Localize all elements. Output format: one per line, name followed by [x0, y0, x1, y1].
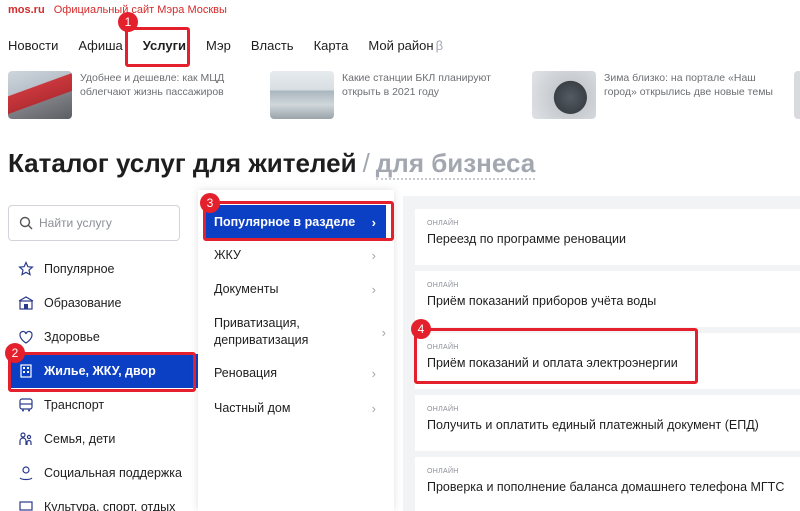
family-icon: [16, 429, 36, 449]
annotation-badge-2: 2: [5, 343, 25, 363]
annotation-badge-1: 1: [118, 12, 138, 32]
chevron-right-icon: ›: [371, 247, 376, 263]
category-label: Семья, дети: [44, 432, 116, 446]
news-text: Зима близко: на портале «Наш город» откр…: [604, 72, 773, 98]
news-text: Какие станции БКЛ планируют открыть в 20…: [342, 72, 491, 98]
nav-item-my-district[interactable]: Мой район β: [358, 38, 453, 53]
subcategory-item-documents[interactable]: Документы ›: [206, 279, 386, 299]
beta-badge: β: [435, 38, 444, 53]
annotation-box-2: [8, 352, 196, 392]
subcategory-label: Документы: [214, 282, 279, 296]
business-tab-link[interactable]: для бизнеса: [375, 148, 536, 180]
news-thumbnail-train: [8, 71, 72, 119]
chevron-right-icon: ›: [371, 400, 376, 416]
online-tag: ОНЛАЙН: [427, 406, 459, 413]
category-label: Транспорт: [44, 398, 105, 412]
chevron-right-icon: ›: [371, 281, 376, 297]
nav-item-map[interactable]: Карта: [304, 38, 359, 53]
education-icon: [16, 293, 36, 313]
bus-icon: [16, 395, 36, 415]
category-item-family[interactable]: Семья, дети: [8, 422, 198, 456]
news-card[interactable]: Удобнее и дешевле: как МЦД облегчают жиз…: [8, 71, 270, 119]
service-search-input[interactable]: Найти услугу: [8, 205, 180, 241]
service-name: Приём показаний приборов учёта воды: [427, 294, 657, 308]
chevron-right-icon: ›: [381, 324, 386, 340]
category-label: Здоровье: [44, 330, 100, 344]
news-text: Удобнее и дешевле: как МЦД облегчают жиз…: [80, 72, 225, 98]
subcategory-label: Частный дом: [214, 401, 291, 415]
subcategory-label: Приватизация, деприватизация: [214, 316, 309, 347]
news-strip: Удобнее и дешевле: как МЦД облегчают жиз…: [8, 71, 800, 119]
nav-item-events[interactable]: Афиша: [68, 38, 132, 53]
category-item-culture[interactable]: Культура, спорт, отдых: [8, 490, 198, 511]
annotation-badge-4: 4: [411, 319, 431, 339]
top-bar: mos.ru Официальный сайт Мэра Москвы: [8, 4, 227, 16]
news-thumbnail-partial: [794, 71, 800, 119]
annotation-badge-3: 3: [200, 193, 220, 213]
subcategory-label: ЖКУ: [214, 248, 241, 262]
news-card[interactable]: Зима близко: на портале «Наш город» откр…: [532, 71, 794, 119]
nav-item-mayor[interactable]: Мэр: [196, 38, 241, 53]
category-item-popular[interactable]: Популярное: [8, 252, 198, 286]
subcategory-item-private-house[interactable]: Частный дом ›: [206, 398, 386, 418]
nav-item-my-district-label: Мой район: [368, 38, 434, 53]
category-item-education[interactable]: Образование: [8, 286, 198, 320]
subcategory-label: Реновация: [214, 366, 277, 380]
category-item-health[interactable]: Здоровье: [8, 320, 198, 354]
nav-item-government[interactable]: Власть: [241, 38, 304, 53]
main-nav: Новости Афиша Услуги Мэр Власть Карта Мо…: [8, 38, 453, 53]
news-card[interactable]: Какие станции БКЛ планируют открыть в 20…: [270, 71, 532, 119]
service-name: Переезд по программе реновации: [427, 232, 627, 246]
subcategory-item-renovation[interactable]: Реновация ›: [206, 363, 386, 383]
category-item-social-support[interactable]: Социальная поддержка: [8, 456, 198, 490]
star-icon: [16, 259, 36, 279]
online-tag: ОНЛАЙН: [427, 468, 459, 475]
culture-icon: [16, 497, 36, 511]
category-label: Социальная поддержка: [44, 466, 182, 480]
news-thumbnail-station: [270, 71, 334, 119]
service-card[interactable]: ОНЛАЙН Переезд по программе реновации: [415, 209, 800, 265]
service-name: Получить и оплатить единый платежный док…: [427, 418, 759, 432]
annotation-box-3: [203, 201, 394, 241]
service-card[interactable]: ОНЛАЙН Получить и оплатить единый платеж…: [415, 395, 800, 451]
service-name: Проверка и пополнение баланса домашнего …: [427, 480, 785, 494]
service-card[interactable]: ОНЛАЙН Приём показаний приборов учёта во…: [415, 271, 800, 327]
catalog-title: Каталог услуг для жителей / для бизнеса: [8, 148, 536, 180]
news-thumbnail-laptop: [532, 71, 596, 119]
online-tag: ОНЛАЙН: [427, 282, 459, 289]
official-site-label[interactable]: Официальный сайт Мэра Москвы: [54, 4, 227, 16]
title-residents: Каталог услуг для жителей: [8, 148, 357, 178]
search-placeholder: Найти услугу: [39, 216, 112, 230]
support-icon: [16, 463, 36, 483]
category-label: Популярное: [44, 262, 115, 276]
chevron-right-icon: ›: [371, 365, 376, 381]
annotation-box-4: [414, 328, 698, 384]
site-logo[interactable]: mos.ru: [8, 4, 45, 16]
category-label: Образование: [44, 296, 122, 310]
category-label: Культура, спорт, отдых: [44, 500, 176, 511]
subcategory-item-zhku[interactable]: ЖКУ ›: [206, 245, 386, 265]
title-separator: /: [362, 148, 370, 178]
annotation-box-1: [125, 27, 190, 67]
online-tag: ОНЛАЙН: [427, 220, 459, 227]
search-icon: [19, 216, 33, 230]
page: mos.ru Официальный сайт Мэра Москвы Ново…: [0, 0, 800, 511]
subcategory-item-privatization[interactable]: Приватизация, деприватизация ›: [206, 315, 386, 349]
category-item-transport[interactable]: Транспорт: [8, 388, 198, 422]
service-card[interactable]: ОНЛАЙН Проверка и пополнение баланса дом…: [415, 457, 800, 511]
nav-item-news[interactable]: Новости: [8, 38, 68, 53]
